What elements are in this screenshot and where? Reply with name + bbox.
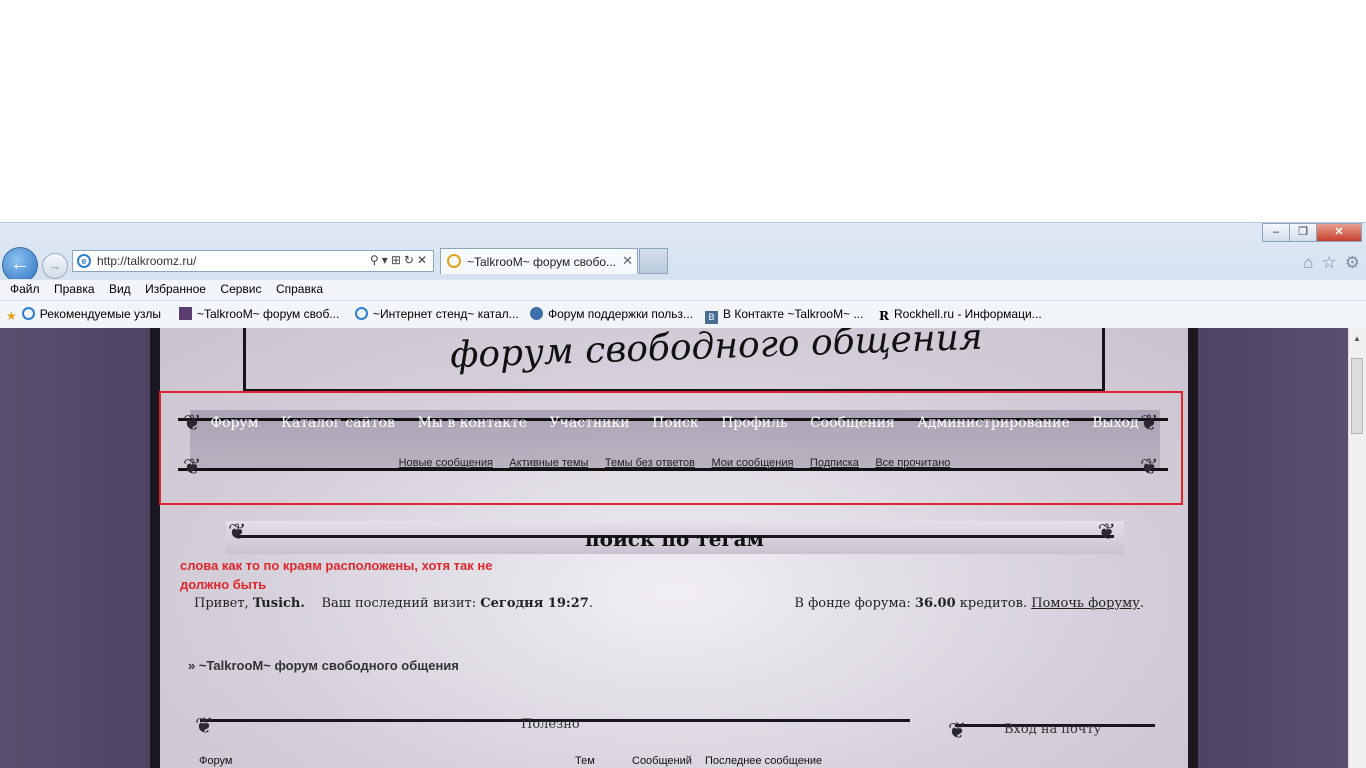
rockhell-icon: R bbox=[879, 309, 889, 323]
browser-chrome: – ❐ ✕ ← → e http://talkroomz.ru/ ⚲▾⊞↻✕ ~… bbox=[0, 222, 1366, 329]
new-tab-button[interactable] bbox=[639, 248, 668, 274]
tab-title: ~TalkrooM~ форум свобо... bbox=[467, 255, 617, 269]
fund-amount: 36.00 bbox=[914, 596, 956, 611]
favorites-star-icon[interactable]: ☆ bbox=[1322, 253, 1337, 273]
site-favicon-icon bbox=[179, 307, 192, 320]
favorites-label: Форум поддержки польз... bbox=[548, 307, 694, 321]
vine-ornament-icon: ❦ bbox=[195, 713, 214, 738]
tag-search-title[interactable]: поиск по тегам bbox=[0, 527, 1349, 551]
favorites-label: В Контакте ~TalkrooM~ ... bbox=[723, 307, 864, 321]
favorites-label: ~TalkrooM~ форум своб... bbox=[197, 307, 340, 321]
last-visit-value: Сегодня 19:27 bbox=[480, 596, 589, 611]
toolbar-icons: ⌂ ☆ ⚙ bbox=[1303, 253, 1360, 273]
favorites-item-4[interactable]: B В Контакте ~TalkrooM~ ... bbox=[705, 307, 863, 324]
forum-favicon-icon bbox=[530, 307, 543, 320]
address-tools[interactable]: ⚲▾⊞↻✕ bbox=[370, 253, 430, 267]
useful-section-title: Полезно bbox=[521, 717, 580, 732]
browser-tab[interactable]: ~TalkrooM~ форум свобо... ✕ bbox=[440, 248, 638, 274]
fund-label: В фонде форума: bbox=[794, 596, 911, 611]
tab-close-icon[interactable]: ✕ bbox=[622, 253, 633, 269]
favorites-item-0[interactable]: ★ Рекомендуемые узлы bbox=[6, 307, 161, 323]
help-forum-link[interactable]: Помочь форуму bbox=[1031, 596, 1140, 611]
greeting-suffix: . bbox=[588, 596, 593, 611]
table-header-last-post: Последнее сообщение bbox=[705, 755, 823, 767]
annotation-note: слова как то по краям расположены, хотя … bbox=[180, 558, 493, 592]
ie-tab-icon bbox=[447, 254, 461, 268]
address-url[interactable]: http://talkroomz.ru/ bbox=[97, 254, 196, 268]
vine-ornament-icon: ❦ bbox=[948, 718, 967, 743]
mail-section-title: Вход на почту bbox=[1004, 722, 1102, 737]
menu-bar: Файл Правка Вид Избранное Сервис Справка bbox=[0, 279, 1366, 300]
favorites-label: ~Интернет стенд~ катал... bbox=[373, 307, 519, 321]
menu-edit[interactable]: Правка bbox=[54, 280, 95, 299]
favorites-label: Рекомендуемые узлы bbox=[39, 307, 161, 321]
favorites-item-5[interactable]: R Rockhell.ru - Информаци... bbox=[879, 307, 1042, 323]
ie-page-icon bbox=[21, 307, 35, 320]
gear-icon[interactable]: ⚙ bbox=[1345, 253, 1360, 273]
annotation-highlight-box bbox=[159, 391, 1183, 505]
home-icon[interactable]: ⌂ bbox=[1303, 253, 1313, 273]
last-visit-label: Ваш последний визит: bbox=[321, 596, 477, 611]
maximize-icon[interactable]: ❐ bbox=[1289, 223, 1317, 242]
vk-icon: B bbox=[705, 311, 718, 324]
favorites-item-3[interactable]: Форум поддержки польз... bbox=[530, 307, 693, 321]
address-bar[interactable]: e http://talkroomz.ru/ ⚲▾⊞↻✕ bbox=[72, 250, 434, 272]
table-header-topics: Тем bbox=[575, 755, 595, 767]
favorites-item-2[interactable]: ~Интернет стенд~ катал... bbox=[355, 307, 519, 321]
table-header-posts: Сообщений bbox=[632, 755, 692, 767]
star-add-icon: ★ bbox=[6, 309, 17, 323]
fund-unit: кредитов. bbox=[959, 596, 1028, 611]
minimize-icon[interactable]: – bbox=[1262, 223, 1290, 242]
back-arrow-icon[interactable]: ← bbox=[2, 247, 38, 283]
forward-arrow-icon[interactable]: → bbox=[42, 253, 68, 279]
greeting: Привет, Tusich. Ваш последний визит: Сег… bbox=[194, 596, 593, 611]
greeting-prefix: Привет, bbox=[194, 596, 249, 611]
favorites-item-1[interactable]: ~TalkrooM~ форум своб... bbox=[179, 307, 339, 321]
close-icon[interactable]: ✕ bbox=[1316, 223, 1362, 242]
favorites-label: Rockhell.ru - Информаци... bbox=[893, 307, 1042, 321]
window-controls: – ❐ ✕ bbox=[1262, 223, 1362, 242]
menu-file[interactable]: Файл bbox=[10, 280, 40, 299]
greeting-user: Tusich. bbox=[252, 596, 305, 611]
menu-help[interactable]: Справка bbox=[276, 280, 323, 299]
favorites-bar: ★ Рекомендуемые узлы ~TalkrooM~ форум сво… bbox=[0, 301, 1366, 329]
menu-tools[interactable]: Сервис bbox=[220, 280, 261, 299]
vertical-scrollbar[interactable]: ▲ bbox=[1348, 328, 1366, 768]
forum-page: форум свободного общения ❦ ❦ ❦ ❦ Форум К… bbox=[0, 328, 1349, 768]
navigation-row: ← → e http://talkroomz.ru/ ⚲▾⊞↻✕ ~Talkro… bbox=[0, 245, 1366, 283]
forum-fund: В фонде форума: 36.00 кредитов. Помочь ф… bbox=[794, 596, 1144, 611]
breadcrumb[interactable]: » ~TalkrooM~ форум свободного общения bbox=[188, 658, 459, 673]
menu-favorites[interactable]: Избранное bbox=[145, 280, 206, 299]
scroll-up-icon[interactable]: ▲ bbox=[1353, 334, 1361, 343]
table-header-forum: Форум bbox=[199, 755, 233, 767]
menu-view[interactable]: Вид bbox=[109, 280, 131, 299]
fund-suffix: . bbox=[1139, 596, 1144, 611]
ie-page-icon bbox=[355, 307, 368, 320]
ie-logo-icon: e bbox=[77, 254, 91, 268]
scrollbar-thumb[interactable] bbox=[1351, 358, 1363, 434]
